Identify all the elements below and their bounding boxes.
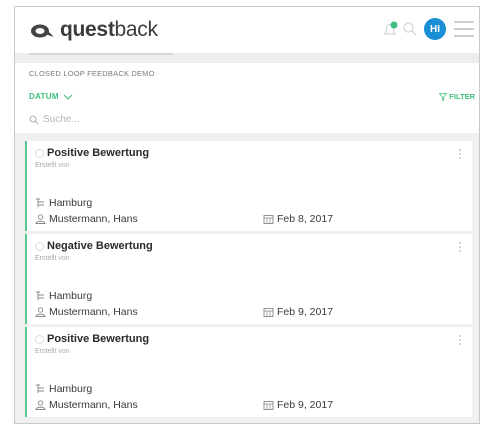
date-text: Feb 8, 2017: [277, 213, 334, 225]
logo-text-bold: quest: [60, 18, 115, 41]
card-subtitle: Erstellt von: [35, 255, 70, 262]
select-radio[interactable]: [35, 149, 44, 158]
location-hierarchy-icon: [36, 291, 44, 300]
select-radio[interactable]: [35, 242, 44, 251]
location-hierarchy-icon: [36, 384, 44, 393]
date-text: Feb 9, 2017: [277, 306, 334, 318]
card-person: Mustermann, Hans: [35, 213, 138, 225]
person-icon: [35, 214, 46, 224]
filter-button[interactable]: FILTER: [439, 92, 475, 101]
header-divider: [15, 53, 479, 63]
chevron-down-icon: [63, 94, 73, 100]
location-text: Hamburg: [49, 290, 93, 302]
search-field-icon: [29, 115, 39, 124]
page-subtitle: CLOSED LOOP FEEDBACK DEMO: [29, 69, 155, 78]
card-subtitle: Erstellt von: [35, 162, 70, 169]
sort-label: DATUM: [29, 92, 59, 101]
more-options-icon[interactable]: [459, 242, 462, 256]
more-options-icon[interactable]: [459, 335, 462, 349]
person-icon: [35, 307, 46, 317]
card-location: Hamburg: [35, 290, 92, 302]
person-text: Mustermann, Hans: [49, 399, 138, 411]
card-subtitle: Erstellt von: [35, 348, 70, 355]
card-location: Hamburg: [35, 383, 92, 395]
card-date: Feb 9, 2017: [263, 306, 333, 318]
location-text: Hamburg: [49, 197, 93, 209]
card-person: Mustermann, Hans: [35, 399, 138, 411]
sort-dropdown[interactable]: DATUM: [29, 92, 73, 101]
card-date: Feb 8, 2017: [263, 213, 333, 225]
search-bar: [29, 114, 243, 125]
calendar-icon: [263, 215, 274, 224]
select-radio[interactable]: [35, 335, 44, 344]
more-options-icon[interactable]: [459, 149, 462, 163]
person-icon: [35, 400, 46, 410]
person-text: Mustermann, Hans: [49, 213, 138, 225]
header-tab-indicator: [29, 53, 173, 55]
filter-label: FILTER: [449, 92, 475, 101]
card-title: Positive Bewertung: [47, 333, 150, 345]
calendar-icon: [263, 401, 274, 410]
card-location: Hamburg: [35, 197, 92, 209]
search-input[interactable]: [43, 114, 243, 125]
questback-logo[interactable]: questback: [29, 17, 158, 43]
card-title: Negative Bewertung: [47, 240, 153, 252]
card-title: Positive Bewertung: [47, 147, 150, 159]
feedback-card[interactable]: Positive Bewertung Erstellt von Hamburg …: [25, 327, 472, 417]
logo-text-light: back: [114, 18, 158, 41]
user-avatar[interactable]: HI: [424, 18, 446, 40]
feedback-list: Positive Bewertung Erstellt von Hamburg …: [15, 133, 479, 423]
filter-icon: [439, 92, 448, 101]
person-text: Mustermann, Hans: [49, 306, 138, 318]
date-text: Feb 9, 2017: [277, 399, 334, 411]
notification-bell-icon[interactable]: [382, 20, 400, 38]
questback-logo-icon: [31, 24, 54, 38]
hamburger-menu-icon[interactable]: [454, 21, 474, 37]
app-frame: questback HI CLOSED LOOP FEEDBACK DEMO D…: [14, 6, 480, 424]
search-icon[interactable]: [402, 21, 418, 37]
location-text: Hamburg: [49, 383, 93, 395]
card-person: Mustermann, Hans: [35, 306, 138, 318]
location-hierarchy-icon: [36, 198, 44, 207]
feedback-card[interactable]: Positive Bewertung Erstellt von Hamburg …: [25, 141, 472, 231]
calendar-icon: [263, 308, 274, 317]
top-bar: questback HI: [15, 7, 479, 53]
feedback-card[interactable]: Negative Bewertung Erstellt von Hamburg …: [25, 234, 472, 324]
logo-text: questback: [60, 18, 158, 42]
card-date: Feb 9, 2017: [263, 399, 333, 411]
